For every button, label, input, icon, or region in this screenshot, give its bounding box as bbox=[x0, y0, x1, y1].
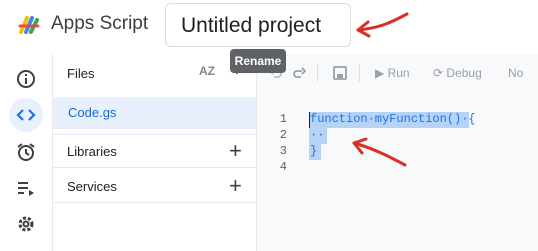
settings-icon bbox=[18, 216, 34, 232]
alarm-icon bbox=[17, 143, 35, 161]
triggers-button[interactable] bbox=[9, 135, 43, 169]
add-library-icon[interactable]: + bbox=[229, 140, 242, 162]
line-number: 3 bbox=[279, 144, 287, 158]
project-settings-button[interactable] bbox=[9, 207, 43, 241]
debug-label: Debug bbox=[446, 66, 482, 80]
file-item-code-gs[interactable]: Code.gs bbox=[53, 97, 256, 129]
executions-button[interactable] bbox=[9, 171, 43, 205]
toolbar-separator bbox=[359, 64, 360, 82]
code-text: function·myFunction()·{ bbox=[310, 112, 476, 126]
line-number: 2 bbox=[279, 128, 287, 142]
toolbar-separator bbox=[317, 64, 318, 82]
editor-button[interactable] bbox=[9, 98, 43, 132]
function-select[interactable]: No bbox=[508, 66, 523, 80]
line-number: 4 bbox=[279, 160, 287, 174]
left-nav-rail bbox=[0, 54, 52, 251]
section-divider bbox=[53, 202, 256, 203]
run-button[interactable]: ▶ Run bbox=[375, 66, 410, 80]
code-text: ·· bbox=[310, 128, 325, 142]
app-name: Apps Script bbox=[51, 13, 149, 34]
files-heading: Files bbox=[67, 66, 95, 81]
save-icon[interactable] bbox=[333, 66, 347, 80]
rename-tooltip: Rename bbox=[230, 49, 286, 73]
overview-button[interactable] bbox=[9, 62, 43, 96]
project-name: Untitled project bbox=[181, 14, 322, 37]
debug-button[interactable]: ⟳ Debug bbox=[433, 66, 482, 80]
section-divider bbox=[53, 134, 256, 135]
add-service-icon[interactable]: + bbox=[229, 175, 242, 197]
section-divider bbox=[53, 167, 256, 168]
services-heading: Services bbox=[67, 179, 117, 194]
libraries-heading: Libraries bbox=[67, 144, 117, 159]
annotation-arrow-code bbox=[352, 137, 407, 167]
play-icon: ▶ bbox=[375, 66, 385, 80]
project-name-button[interactable]: Untitled project bbox=[165, 3, 351, 47]
redo-icon[interactable] bbox=[292, 66, 306, 80]
apps-script-logo-icon bbox=[18, 16, 40, 34]
sort-az-icon[interactable]: AZ bbox=[199, 64, 215, 78]
code-icon bbox=[16, 109, 36, 121]
editor-toolbar: ▶ Run ⟳ Debug No bbox=[257, 54, 538, 92]
file-name: Code.gs bbox=[68, 105, 117, 120]
line-number: 1 bbox=[279, 112, 287, 126]
files-panel: Files AZ + Code.gs Libraries + Services … bbox=[53, 54, 256, 251]
top-bar: Apps Script Untitled project bbox=[0, 0, 538, 54]
code-line: 1 function·myFunction()·{ bbox=[257, 112, 538, 128]
executions-icon bbox=[18, 182, 34, 196]
info-icon bbox=[17, 70, 35, 88]
code-text: } bbox=[310, 144, 318, 158]
annotation-arrow-top bbox=[356, 12, 409, 38]
debug-icon: ⟳ bbox=[433, 66, 444, 80]
run-label: Run bbox=[387, 66, 410, 80]
